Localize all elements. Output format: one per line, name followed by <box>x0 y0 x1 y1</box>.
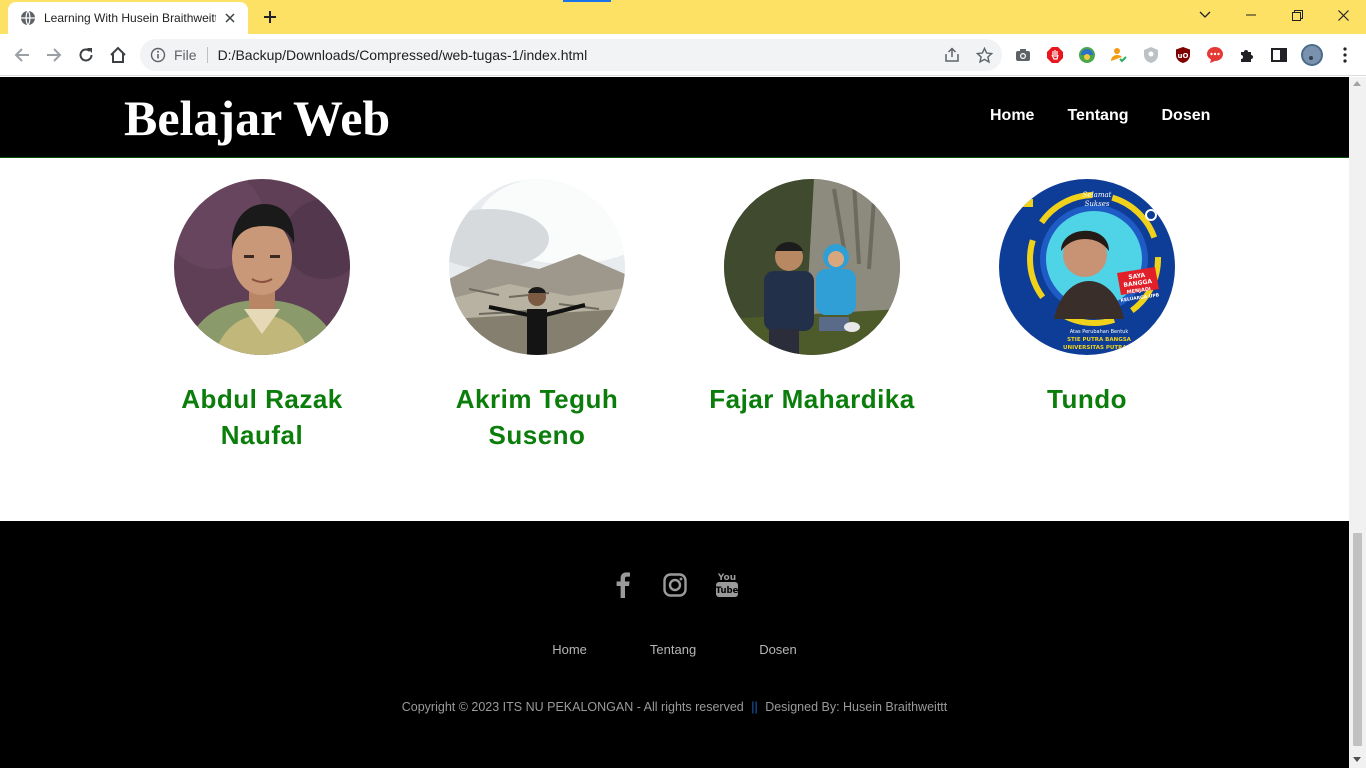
tab-title: Learning With Husein Braithweittt <box>44 11 216 25</box>
scrollbar-thumb[interactable] <box>1353 533 1362 746</box>
home-icon[interactable] <box>104 41 132 69</box>
nav-link-tentang[interactable]: Tentang <box>1067 107 1128 125</box>
nav-link-home[interactable]: Home <box>990 107 1034 125</box>
lecturer-card: SAYA BANGGA MENJADI KELUARGA UPB Selamat… <box>967 179 1207 417</box>
url-text[interactable]: D:/Backup/Downloads/Compressed/web-tugas… <box>218 47 588 63</box>
copyright-right: Designed By: Husein Braithweittt <box>765 700 948 714</box>
photo-greeting-1: Selamat <box>1083 191 1112 199</box>
scroll-down-arrow-icon[interactable] <box>1353 757 1361 762</box>
camera-extension-icon[interactable] <box>1013 45 1033 65</box>
close-tab-icon[interactable] <box>222 10 238 26</box>
shield-extension-icon[interactable] <box>1141 45 1161 65</box>
lecturer-name: Akrim Teguh Suseno <box>455 384 619 450</box>
footer-nav: Home Tentang Dosen <box>0 642 1349 657</box>
share-icon[interactable] <box>943 46 961 64</box>
social-links: You Tube <box>0 571 1349 599</box>
facebook-icon[interactable] <box>609 571 637 599</box>
forward-arrow-icon[interactable] <box>40 41 68 69</box>
copyright-left: Copyright © 2023 ITS NU PEKALONGAN - All… <box>401 700 744 714</box>
close-window-icon[interactable] <box>1320 0 1366 30</box>
browser-tab[interactable]: Learning With Husein Braithweittt <box>8 2 248 34</box>
minimize-icon[interactable] <box>1228 0 1274 30</box>
svg-text:You: You <box>716 573 735 583</box>
back-arrow-icon[interactable] <box>8 41 36 69</box>
ublock-extension-icon[interactable]: uO <box>1173 45 1193 65</box>
footer-link-home[interactable]: Home <box>552 642 587 657</box>
reload-icon[interactable] <box>72 41 100 69</box>
lecturer-card: Fajar Mahardika <box>692 179 932 417</box>
side-panel-icon[interactable] <box>1269 45 1289 65</box>
restore-icon[interactable] <box>1274 0 1320 30</box>
photo-caption-1: Atas Perubahan Bentuk <box>1070 329 1129 335</box>
person-check-extension-icon[interactable] <box>1109 45 1129 65</box>
nav-link-dosen[interactable]: Dosen <box>1161 107 1210 125</box>
copyright-text: Copyright © 2023 ITS NU PEKALONGAN - All… <box>0 700 1349 714</box>
photo-caption-2: STIE PUTRA BANGSA <box>1067 337 1132 343</box>
instagram-icon[interactable] <box>661 571 689 599</box>
lecturer-photo: SAYA BANGGA MENJADI KELUARGA UPB Selamat… <box>999 179 1175 355</box>
bookmark-star-icon[interactable] <box>975 46 993 64</box>
browser-tab-strip: Learning With Husein Braithweittt <box>0 0 1366 34</box>
svg-text:Tube: Tube <box>715 586 738 596</box>
info-icon[interactable] <box>150 47 166 63</box>
lecturer-photo <box>449 179 625 355</box>
lecturer-photo <box>724 179 900 355</box>
lecturer-photo <box>174 179 350 355</box>
adblock-extension-icon[interactable] <box>1045 45 1065 65</box>
main-nav: Home Tentang Dosen <box>990 107 1210 125</box>
extensions-puzzle-icon[interactable] <box>1237 45 1257 65</box>
url-divider <box>206 47 208 63</box>
svg-text:uO: uO <box>1178 52 1189 60</box>
globe-icon <box>20 10 36 26</box>
lecturer-name: Abdul Razak Naufal <box>181 384 343 450</box>
address-bar[interactable]: File D:/Backup/Downloads/Compressed/web-… <box>140 39 1002 71</box>
photo-caption-3: UNIVERSITAS PUTRA B... <box>1063 345 1139 351</box>
profile-avatar[interactable] <box>1300 43 1324 67</box>
kebab-menu-icon[interactable] <box>1335 45 1355 65</box>
scroll-up-arrow-icon[interactable] <box>1353 81 1361 86</box>
site-footer: You Tube Home Tentang Dosen Copyright © 2… <box>0 521 1349 768</box>
page-viewport: Belajar Web Home Tentang Dosen Abdul Raz… <box>0 77 1349 768</box>
chat-extension-icon[interactable] <box>1205 45 1225 65</box>
site-logo-text[interactable]: Belajar Web <box>124 89 390 147</box>
tab-search-icon[interactable] <box>1182 0 1228 30</box>
page-scrollbar[interactable] <box>1349 77 1366 768</box>
photo-greeting-2: Sukses <box>1085 200 1110 208</box>
lecturer-card: Akrim Teguh Suseno <box>417 179 657 453</box>
lecturer-name: Fajar Mahardika <box>709 384 915 414</box>
url-scheme-label: File <box>174 47 197 63</box>
browser-toolbar: File D:/Backup/Downloads/Compressed/web-… <box>0 34 1366 76</box>
new-tab-icon[interactable] <box>258 6 282 28</box>
tab-load-indicator <box>563 0 611 2</box>
site-header: Belajar Web Home Tentang Dosen <box>0 77 1349 158</box>
copyright-separator: || <box>751 700 758 714</box>
translate-extension-icon[interactable] <box>1077 45 1097 65</box>
footer-link-dosen[interactable]: Dosen <box>759 642 797 657</box>
lecturer-name: Tundo <box>1047 384 1127 414</box>
lecturer-card: Abdul Razak Naufal <box>142 179 382 453</box>
youtube-icon[interactable]: You Tube <box>713 571 741 599</box>
footer-link-tentang[interactable]: Tentang <box>650 642 696 657</box>
